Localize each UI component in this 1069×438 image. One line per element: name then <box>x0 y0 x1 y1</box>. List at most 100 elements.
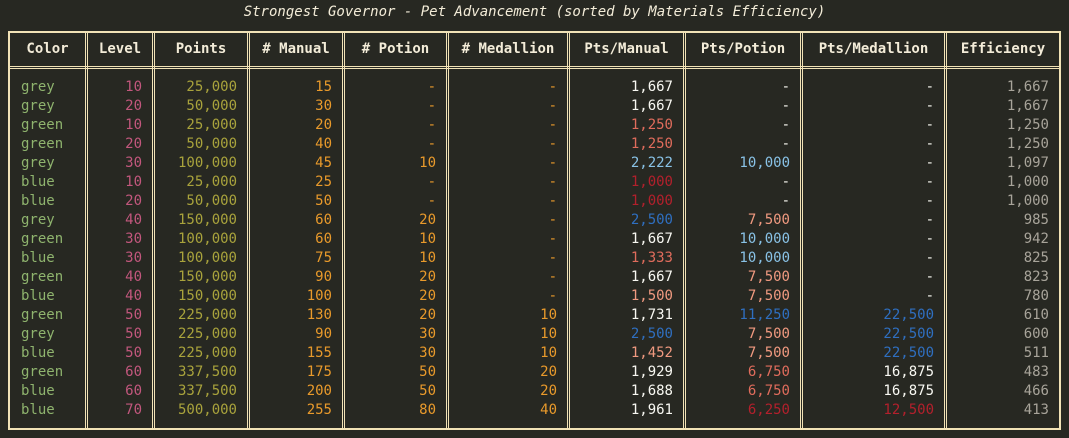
cell-manual: 45 <box>315 155 332 171</box>
table-row: blue 20 50,000 50 - - 1,000 - - 1,000 <box>10 192 1059 211</box>
cell-level: 50 <box>125 326 142 342</box>
cell-manual: 60 <box>315 212 332 228</box>
cell-manual: 155 <box>306 345 332 361</box>
cell-pts-potion: - <box>781 98 790 114</box>
table-row: green 50 225,000 130 20 10 1,731 11,250 22,500 61… <box>10 306 1059 325</box>
cell-efficiency: 825 <box>1023 250 1049 266</box>
column-header-level[interactable]: Level <box>88 33 152 66</box>
cell-points: 25,000 <box>186 174 237 190</box>
cell-potion: 50 <box>419 364 436 380</box>
table-row: green 30 100,000 60 10 - 1,667 10,000 - 942 <box>10 230 1059 249</box>
cell-pts-medallion: 12,500 <box>883 402 934 418</box>
cell-points: 150,000 <box>177 212 237 228</box>
cell-potion: 20 <box>419 269 436 285</box>
cell-points: 25,000 <box>186 117 237 133</box>
cell-color: grey <box>21 98 55 114</box>
cell-pts-medallion: - <box>925 155 934 171</box>
table-row: grey 30 100,000 45 10 - 2,222 10,000 - 1,097 <box>10 154 1059 173</box>
cell-pts-manual: 2,222 <box>630 155 673 171</box>
cell-efficiency: 511 <box>1023 345 1049 361</box>
cell-manual: 75 <box>315 250 332 266</box>
cell-level: 50 <box>125 307 142 323</box>
cell-color: blue <box>21 174 55 190</box>
cell-points: 50,000 <box>186 98 237 114</box>
column-header-potion[interactable]: # Potion <box>345 33 446 66</box>
cell-medallion: - <box>548 174 557 190</box>
cell-points: 225,000 <box>177 345 237 361</box>
cell-pts-potion: 10,000 <box>739 155 790 171</box>
cell-manual: 30 <box>315 98 332 114</box>
cell-points: 50,000 <box>186 193 237 209</box>
cell-level: 40 <box>125 212 142 228</box>
cell-medallion: - <box>548 117 557 133</box>
data-table: Color Level Points # Manual # Potion # Medall… <box>8 31 1061 430</box>
column-header-points[interactable]: Points <box>155 33 247 66</box>
cell-points: 100,000 <box>177 231 237 247</box>
cell-potion: 20 <box>419 307 436 323</box>
column-header-efficiency[interactable]: Efficiency <box>947 33 1059 66</box>
cell-potion: 50 <box>419 383 436 399</box>
cell-efficiency: 1,000 <box>1006 174 1049 190</box>
cell-pts-potion: - <box>781 193 790 209</box>
cell-pts-potion: 7,500 <box>747 288 790 304</box>
cell-medallion: 10 <box>540 345 557 361</box>
cell-medallion: 10 <box>540 326 557 342</box>
cell-pts-medallion: - <box>925 250 934 266</box>
cell-points: 337,500 <box>177 364 237 380</box>
cell-medallion: - <box>548 250 557 266</box>
cell-potion: 80 <box>419 402 436 418</box>
column-divider <box>567 33 570 428</box>
cell-level: 30 <box>125 231 142 247</box>
cell-level: 20 <box>125 98 142 114</box>
table-row: blue 40 150,000 100 20 - 1,500 7,500 - 780 <box>10 287 1059 306</box>
column-header-pts-manual[interactable]: Pts/Manual <box>570 33 683 66</box>
table-row: blue 10 25,000 25 - - 1,000 - - 1,000 <box>10 173 1059 192</box>
column-header-medallion[interactable]: # Medallion <box>449 33 567 66</box>
cell-color: blue <box>21 288 55 304</box>
cell-pts-manual: 2,500 <box>630 212 673 228</box>
column-divider <box>446 33 449 428</box>
cell-efficiency: 942 <box>1023 231 1049 247</box>
cell-pts-medallion: 16,875 <box>883 383 934 399</box>
column-header-color[interactable]: Color <box>10 33 85 66</box>
cell-color: green <box>21 117 64 133</box>
column-header-pts-medallion[interactable]: Pts/Medallion <box>803 33 944 66</box>
column-header-manual[interactable]: # Manual <box>250 33 342 66</box>
cell-medallion: 20 <box>540 383 557 399</box>
table-row: blue 70 500,000 255 80 40 1,961 6,250 12,500 413 <box>10 401 1059 420</box>
cell-level: 30 <box>125 155 142 171</box>
table-row: green 20 50,000 40 - - 1,250 - - 1,250 <box>10 135 1059 154</box>
cell-potion: - <box>427 98 436 114</box>
cell-medallion: 20 <box>540 364 557 380</box>
cell-color: blue <box>21 402 55 418</box>
table-row: blue 50 225,000 155 30 10 1,452 7,500 22,500 511 <box>10 344 1059 363</box>
cell-pts-manual: 1,250 <box>630 117 673 133</box>
column-header-pts-potion[interactable]: Pts/Potion <box>686 33 800 66</box>
cell-potion: 20 <box>419 288 436 304</box>
cell-pts-medallion: 22,500 <box>883 307 934 323</box>
cell-manual: 200 <box>306 383 332 399</box>
cell-pts-manual: 1,667 <box>630 79 673 95</box>
cell-efficiency: 1,000 <box>1006 193 1049 209</box>
cell-potion: - <box>427 79 436 95</box>
header-separator <box>10 66 1059 69</box>
table-row: grey 20 50,000 30 - - 1,667 - - 1,667 <box>10 97 1059 116</box>
cell-pts-manual: 1,452 <box>630 345 673 361</box>
cell-manual: 15 <box>315 79 332 95</box>
cell-efficiency: 1,097 <box>1006 155 1049 171</box>
cell-level: 30 <box>125 250 142 266</box>
cell-pts-medallion: - <box>925 193 934 209</box>
cell-color: green <box>21 231 64 247</box>
table-row: grey 40 150,000 60 20 - 2,500 7,500 - 985 <box>10 211 1059 230</box>
table-row: grey 10 25,000 15 - - 1,667 - - 1,667 <box>10 78 1059 97</box>
column-divider <box>342 33 345 428</box>
cell-efficiency: 466 <box>1023 383 1049 399</box>
cell-pts-manual: 1,333 <box>630 250 673 266</box>
column-divider <box>152 33 155 428</box>
cell-points: 50,000 <box>186 136 237 152</box>
cell-manual: 50 <box>315 193 332 209</box>
cell-pts-potion: 6,250 <box>747 402 790 418</box>
cell-pts-manual: 1,961 <box>630 402 673 418</box>
cell-points: 150,000 <box>177 288 237 304</box>
cell-pts-potion: 7,500 <box>747 212 790 228</box>
